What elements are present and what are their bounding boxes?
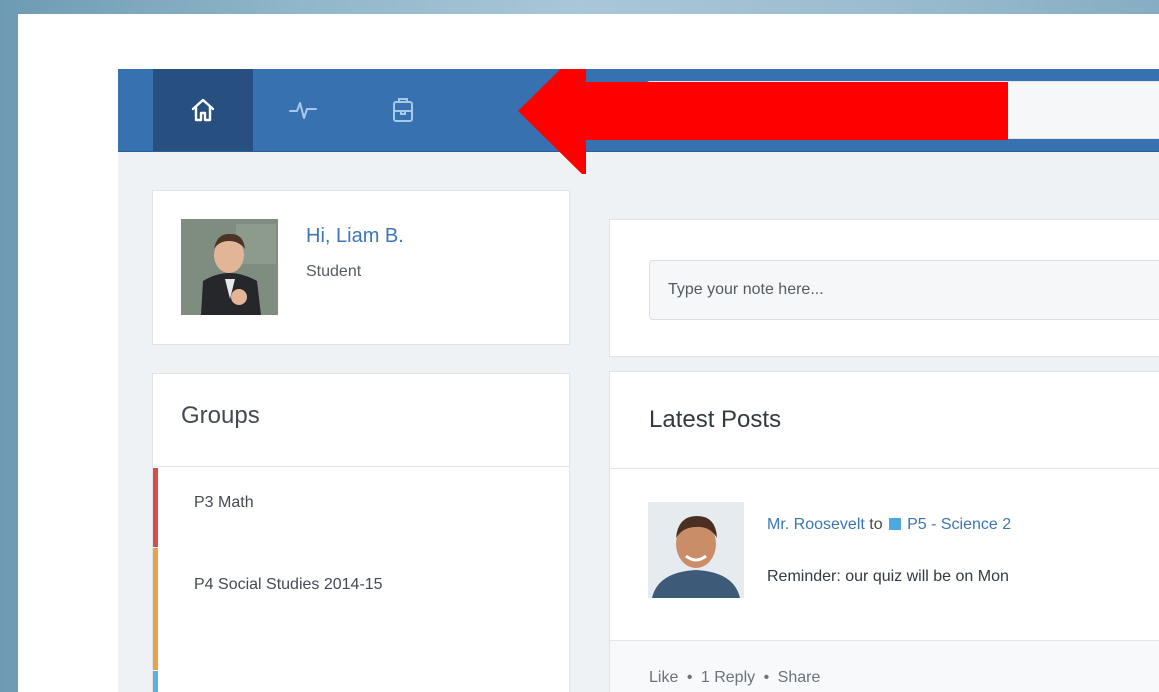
home-icon: [191, 98, 215, 122]
nav-activity-button[interactable]: [253, 69, 353, 151]
group-item-p4-social-studies[interactable]: P4 Social Studies 2014-15: [153, 548, 413, 670]
profile-greeting-link[interactable]: Hi, Liam B.: [306, 225, 404, 248]
student-photo: [181, 219, 278, 315]
post-author-link[interactable]: Mr. Roosevelt: [767, 516, 865, 533]
share-link[interactable]: Share: [778, 669, 821, 686]
groups-divider: [153, 466, 569, 467]
group-color-square-icon: [889, 518, 902, 530]
post-header: Mr. Roosevelt to P5 - Science 2: [767, 516, 1011, 534]
post-group-link[interactable]: P5 - Science 2: [907, 516, 1011, 533]
teacher-avatar[interactable]: [648, 502, 744, 598]
note-composer-card: Type your note here...: [609, 219, 1159, 357]
activity-pulse-icon: [289, 102, 317, 119]
nav-backpack-button[interactable]: [353, 69, 453, 151]
note-placeholder: Type your note here...: [668, 281, 824, 298]
nav-home-button[interactable]: [153, 69, 253, 151]
posts-divider: [610, 468, 1159, 469]
post-to-label: to: [869, 516, 883, 533]
group-item-p3-math[interactable]: P3 Math: [153, 468, 569, 547]
action-separator: •: [763, 669, 770, 686]
reply-link[interactable]: 1 Reply: [701, 669, 755, 686]
action-separator: •: [686, 669, 693, 686]
latest-posts-card: Latest Posts Mr. Roosevelt to P5 - Scien…: [609, 371, 1159, 692]
top-nav-bar: more: [118, 69, 1159, 152]
app-window: more Hi, Liam B. Student Groups P3 Math …: [118, 69, 1159, 692]
teacher-photo: [648, 502, 744, 598]
search-placeholder: more: [661, 101, 698, 118]
screenshot-frame: more Hi, Liam B. Student Groups P3 Math …: [18, 14, 1159, 692]
post-actions: Like • 1 Reply • Share: [649, 669, 824, 687]
profile-role: Student: [306, 263, 362, 280]
student-avatar[interactable]: [181, 219, 278, 315]
backpack-icon: [393, 98, 413, 122]
profile-card: Hi, Liam B. Student: [152, 190, 570, 345]
latest-posts-title: Latest Posts: [649, 406, 782, 433]
search-input[interactable]: more: [646, 81, 1159, 139]
groups-card: Groups P3 Math P4 Social Studies 2014-15: [152, 373, 570, 692]
group-item-third[interactable]: [153, 671, 569, 692]
groups-title: Groups: [181, 402, 260, 429]
note-input[interactable]: Type your note here...: [649, 260, 1159, 320]
like-link[interactable]: Like: [649, 669, 678, 686]
post-body: Reminder: our quiz will be on Mon: [767, 568, 1009, 585]
post-footer: Like • 1 Reply • Share: [610, 641, 1159, 692]
